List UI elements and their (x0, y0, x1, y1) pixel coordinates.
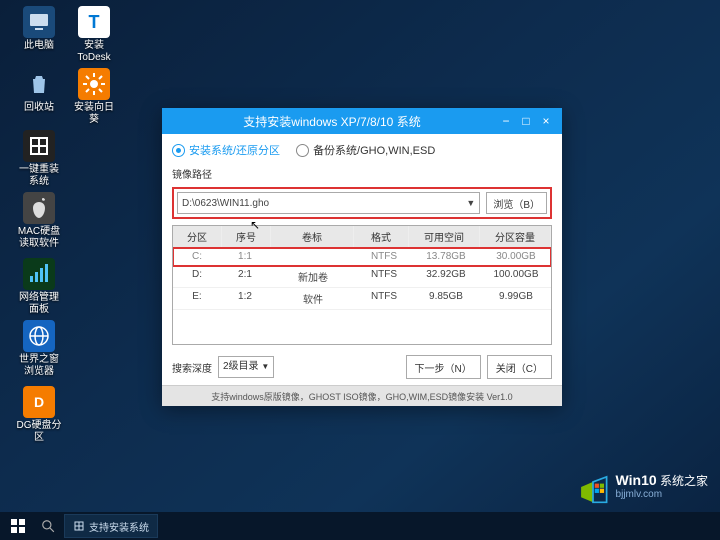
radio-install[interactable]: 安装系统/还原分区 (172, 142, 280, 158)
status-bar: 支持windows原版镜像，GHOST ISO镜像，GHO,WIM,ESD镜像安… (162, 385, 562, 406)
desktop-icon-dg[interactable]: DDG硬盘分区 (15, 386, 63, 444)
grid-icon (73, 520, 85, 532)
start-button[interactable] (4, 514, 32, 538)
desktop-icon-thispc[interactable]: 此电脑 (15, 6, 63, 52)
installer-window: 支持安装windows XP/7/8/10 系统 − □ × 安装系统/还原分区… (162, 108, 562, 406)
desktop-icon-sunflower[interactable]: 安装向日葵 (70, 68, 118, 126)
watermark: Win10 系统之家 bjjmlv.com (576, 470, 708, 504)
minimize-button[interactable]: − (496, 114, 516, 128)
table-row[interactable]: E:1:2软件NTFS9.85GB9.99GB (173, 288, 551, 310)
taskbar-item-installer[interactable]: 支持安装系统 (64, 514, 158, 538)
close-button[interactable]: × (536, 114, 556, 128)
next-button[interactable]: 下一步（N） (406, 355, 481, 379)
radio-backup[interactable]: 备份系统/GHO,WIN,ESD (296, 142, 435, 158)
mode-radios: 安装系统/还原分区 备份系统/GHO,WIN,ESD (172, 142, 552, 158)
table-row[interactable]: D:2:1新加卷NTFS32.92GB100.00GB (173, 266, 551, 288)
path-dropdown[interactable]: D:\0623\WIN11.gho ▼ (177, 192, 480, 214)
desktop-icon-reinstall[interactable]: 一键重装系统 (15, 130, 63, 188)
path-label: 镜像路径 (172, 166, 552, 181)
window-title: 支持安装windows XP/7/8/10 系统 (168, 113, 496, 130)
win10-logo-icon (576, 470, 610, 504)
search-icon[interactable] (36, 514, 60, 538)
close-window-button[interactable]: 关闭（C） (487, 355, 552, 379)
partition-table: 分区 序号 卷标 格式 可用空间 分区容量 C:1:1NTFS13.78GB30… (172, 225, 552, 345)
desktop-icon-browser[interactable]: 世界之窗浏览器 (15, 320, 63, 378)
path-value: D:\0623\WIN11.gho (182, 198, 269, 209)
chevron-down-icon: ▼ (466, 198, 475, 208)
desktop: 此电脑 T安装ToDesk 回收站 安装向日葵 一键重装系统 MAC硬盘读取软件… (0, 0, 720, 540)
desktop-icon-macdisk[interactable]: MAC硬盘读取软件 (15, 192, 63, 250)
table-header: 分区 序号 卷标 格式 可用空间 分区容量 (173, 226, 551, 248)
desktop-icon-recyclebin[interactable]: 回收站 (15, 68, 63, 114)
browse-button[interactable]: 浏览（B） (486, 192, 547, 214)
search-depth-select[interactable]: 2级目录 ▼ (218, 356, 274, 378)
search-depth-label: 搜索深度 (172, 360, 212, 375)
taskbar: 支持安装系统 (0, 512, 720, 540)
path-highlight: D:\0623\WIN11.gho ▼ 浏览（B） (172, 187, 552, 219)
chevron-down-icon: ▼ (261, 362, 269, 371)
table-row[interactable]: C:1:1NTFS13.78GB30.00GB (173, 248, 551, 266)
footer-row: 搜索深度 2级目录 ▼ 下一步（N） 关闭（C） (172, 351, 552, 379)
desktop-icon-todesk[interactable]: T安装ToDesk (70, 6, 118, 64)
desktop-icon-network[interactable]: 网络管理面板 (15, 258, 63, 316)
maximize-button[interactable]: □ (516, 114, 536, 128)
titlebar[interactable]: 支持安装windows XP/7/8/10 系统 − □ × (162, 108, 562, 134)
